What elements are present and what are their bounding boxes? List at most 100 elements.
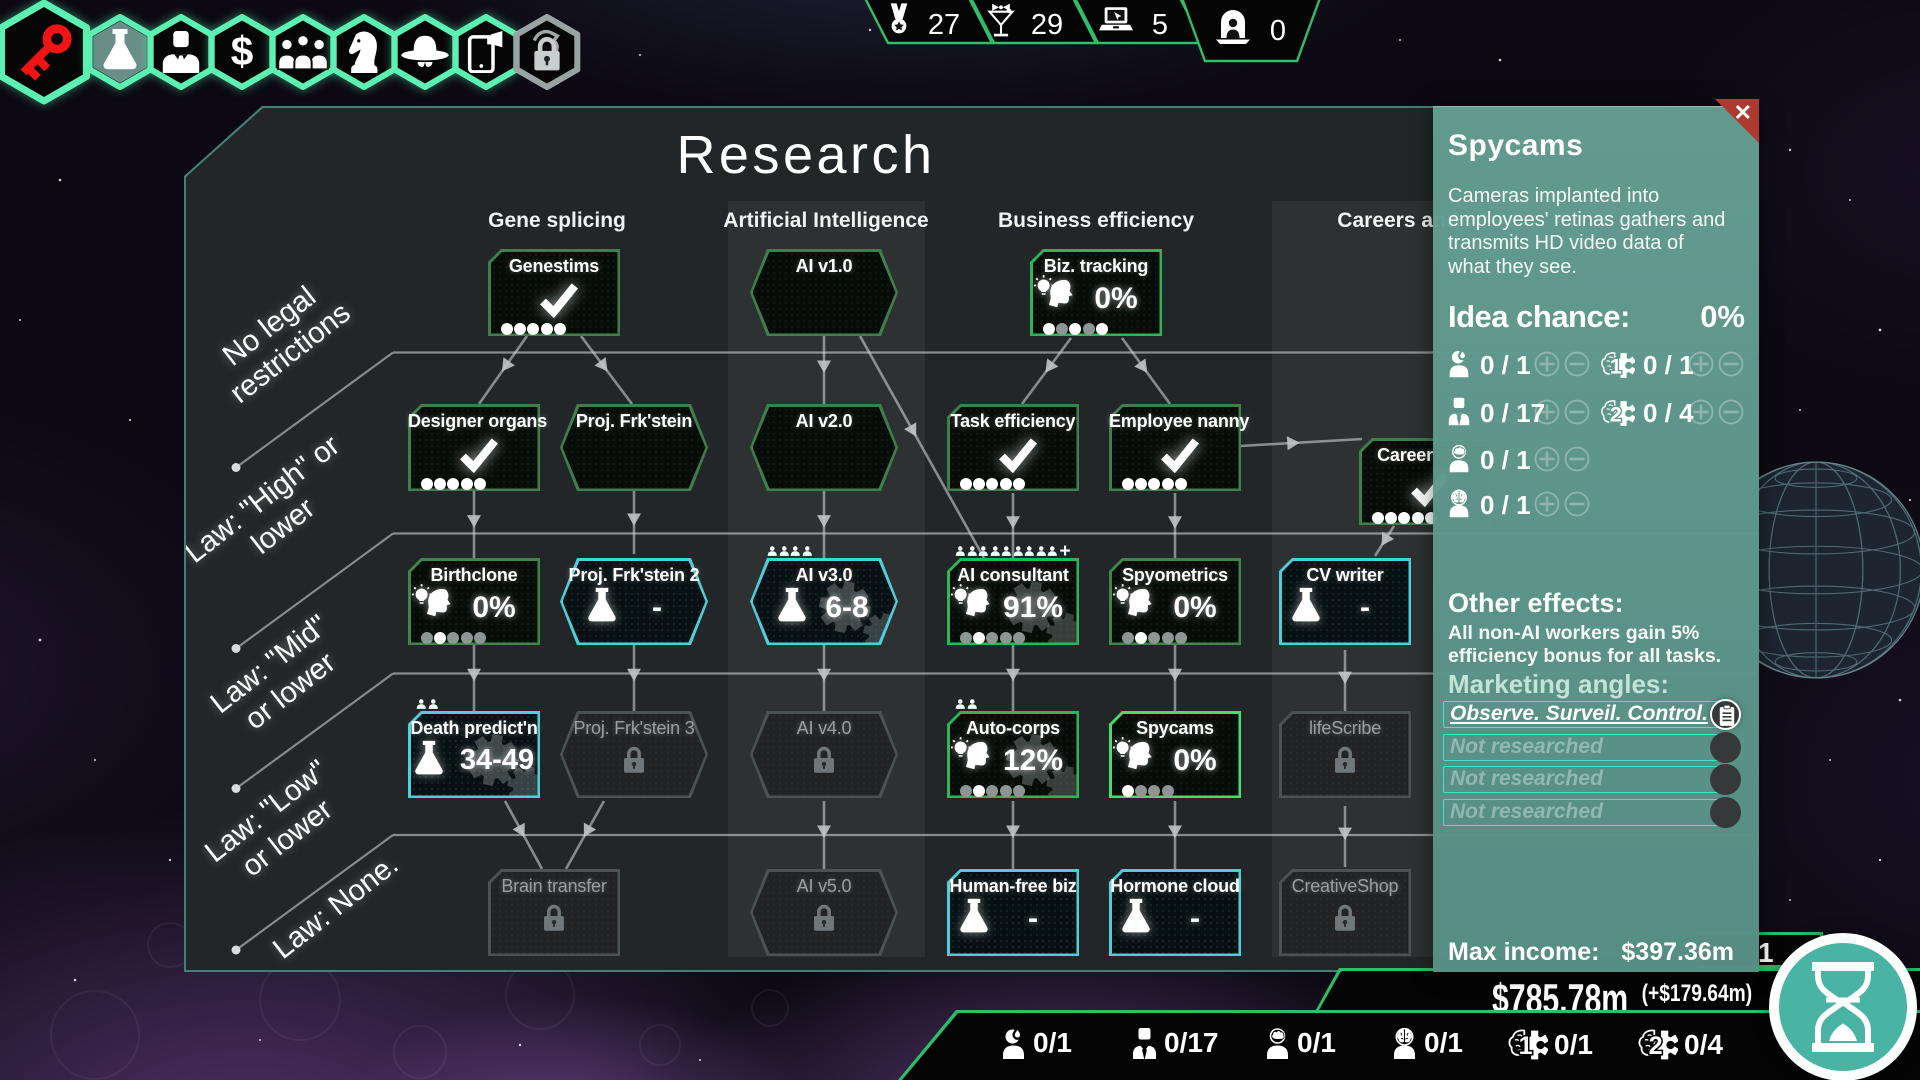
progress-dot bbox=[1412, 512, 1424, 524]
marketing-slot-clipboard-button[interactable] bbox=[1710, 699, 1741, 730]
marketing-slot-3[interactable]: Not researched bbox=[1443, 799, 1724, 826]
statusbar-worker-count: 0/17 bbox=[1164, 1027, 1219, 1059]
allocation-plus-button[interactable] bbox=[1534, 351, 1560, 382]
allocation-minus-button[interactable] bbox=[1564, 491, 1590, 522]
progress-dot bbox=[1162, 785, 1174, 797]
tech-node-ai5[interactable]: AI v5.0 bbox=[750, 869, 898, 956]
progress-dot bbox=[1135, 478, 1147, 490]
tech-node-biztracking[interactable]: Biz. tracking0% bbox=[1030, 249, 1162, 336]
tech-node-deathpredict[interactable]: Death predict'n34-49 bbox=[408, 711, 540, 798]
node-progress-dots bbox=[421, 478, 486, 490]
statusbar-worker-count: 0/4 bbox=[1684, 1029, 1723, 1061]
progress-dot bbox=[447, 478, 459, 490]
allocation-minus-button[interactable] bbox=[1564, 351, 1590, 382]
progress-dot bbox=[1069, 323, 1081, 335]
lock-icon bbox=[621, 744, 647, 777]
money-income-delta: (+$179.64m) bbox=[1642, 980, 1752, 1008]
node-title: Auto-corps bbox=[947, 718, 1079, 739]
ai-gear-1-icon: 1 bbox=[1599, 350, 1635, 381]
statusbar-worker-count: 0/1 bbox=[1554, 1029, 1593, 1061]
tech-node-aiconsultant[interactable]: AI consultant91% bbox=[947, 558, 1079, 645]
allocation-minus-button[interactable] bbox=[1718, 351, 1744, 382]
person-mini-icon bbox=[416, 699, 427, 709]
node-title: Designer organs bbox=[408, 411, 540, 432]
tech-node-cvwriter[interactable]: CV writer- bbox=[1279, 558, 1411, 645]
marketing-slot-2[interactable]: Not researched bbox=[1443, 766, 1724, 793]
node-title: Task efficiency bbox=[947, 411, 1079, 432]
progress-dot bbox=[447, 632, 459, 644]
tech-node-ai4[interactable]: AI v4.0 bbox=[750, 711, 898, 798]
assigned-workers-aiconsultant: + bbox=[955, 545, 1071, 556]
node-title: Biz. tracking bbox=[1030, 256, 1162, 277]
time-control-button[interactable] bbox=[1769, 933, 1917, 1080]
person-mini-icon bbox=[767, 546, 778, 556]
allocation-minus-button[interactable] bbox=[1564, 446, 1590, 477]
idea-head-icon bbox=[951, 584, 995, 624]
node-progress-dots bbox=[1122, 478, 1187, 490]
idea-head-icon bbox=[412, 584, 456, 624]
tech-node-creativeshop[interactable]: CreativeShop bbox=[1279, 869, 1411, 956]
allocation-plus-button[interactable] bbox=[1534, 399, 1560, 430]
progress-dot bbox=[514, 323, 526, 335]
tech-node-autocorps[interactable]: Auto-corps12% bbox=[947, 711, 1079, 798]
person-mini-icon bbox=[1013, 546, 1024, 556]
person-mini-icon bbox=[1047, 546, 1058, 556]
allocation-plus-button[interactable] bbox=[1688, 351, 1714, 382]
progress-dot bbox=[960, 478, 972, 490]
node-progress-dots bbox=[501, 323, 566, 335]
node-title: AI v3.0 bbox=[750, 565, 898, 586]
tech-node-spycams[interactable]: Spycams0% bbox=[1109, 711, 1241, 798]
node-research-turns: 34-49 bbox=[457, 744, 537, 777]
node-progress-dots bbox=[421, 632, 486, 644]
tech-node-genestims[interactable]: Genestims bbox=[488, 249, 620, 336]
allocation-plus-button[interactable] bbox=[1534, 491, 1560, 522]
tech-node-designerorgans[interactable]: Designer organs bbox=[408, 404, 540, 491]
tech-node-hormonecloud[interactable]: Hormone cloud- bbox=[1109, 869, 1241, 956]
worker-drop-icon bbox=[1000, 1028, 1027, 1059]
allocation-plus-button[interactable] bbox=[1688, 399, 1714, 430]
statusbar-worker-3: 0/1 bbox=[1391, 1027, 1463, 1059]
allocation-minus-button[interactable] bbox=[1718, 399, 1744, 430]
progress-dot bbox=[434, 632, 446, 644]
person-mini-icon bbox=[802, 546, 813, 556]
idea-head-icon bbox=[1034, 275, 1078, 315]
progress-dot bbox=[986, 632, 998, 644]
other-effects-text: All non-AI workers gain 5% efficiency bo… bbox=[1448, 622, 1738, 668]
tech-node-employeenanny[interactable]: Employee nanny bbox=[1109, 404, 1241, 491]
allocation-plus-button[interactable] bbox=[1534, 446, 1560, 477]
node-progress-dots bbox=[1372, 512, 1437, 524]
tech-node-frkstein[interactable]: Proj. Frk'stein bbox=[560, 404, 708, 491]
tech-node-ai2[interactable]: AI v2.0 bbox=[750, 404, 898, 491]
statusbar-worker-0: 0/1 bbox=[1000, 1027, 1072, 1059]
flask-icon bbox=[777, 587, 807, 627]
tech-node-humanfreebiz[interactable]: Human-free biz- bbox=[947, 869, 1079, 956]
tech-node-frkstein3[interactable]: Proj. Frk'stein 3 bbox=[560, 711, 708, 798]
person-mini-icon bbox=[978, 546, 989, 556]
tech-node-ai3[interactable]: AI v3.06-8 bbox=[750, 558, 898, 645]
node-research-turns: - bbox=[622, 591, 692, 625]
marketing-slot-text: Not researched bbox=[1450, 767, 1603, 791]
tech-node-ai1[interactable]: AI v1.0 bbox=[750, 249, 898, 336]
node-title: Spycams bbox=[1109, 718, 1241, 739]
tech-node-braintransfer[interactable]: Brain transfer bbox=[488, 869, 620, 956]
flask-icon bbox=[414, 740, 444, 780]
flask-icon bbox=[959, 898, 989, 938]
node-research-turns: - bbox=[1330, 591, 1400, 625]
statusbar-worker-count: 0/1 bbox=[1033, 1027, 1072, 1059]
progress-dot bbox=[986, 785, 998, 797]
tech-node-taskefficiency[interactable]: Task efficiency bbox=[947, 404, 1079, 491]
progress-dot bbox=[1398, 512, 1410, 524]
tech-node-spyometrics[interactable]: Spyometrics0% bbox=[1109, 558, 1241, 645]
node-title: Hormone cloud bbox=[1109, 876, 1241, 897]
progress-dot bbox=[501, 323, 513, 335]
ai-gear-1-icon: 1 bbox=[1506, 1027, 1548, 1063]
tech-node-lifescribe[interactable]: lifeScribe bbox=[1279, 711, 1411, 798]
allocation-minus-button[interactable] bbox=[1564, 399, 1590, 430]
progress-dot bbox=[461, 632, 473, 644]
tech-node-birthclone[interactable]: Birthclone0% bbox=[408, 558, 540, 645]
progress-dot bbox=[960, 632, 972, 644]
tech-node-frkstein2[interactable]: Proj. Frk'stein 2- bbox=[560, 558, 708, 645]
progress-dot bbox=[1013, 632, 1025, 644]
marketing-slot-0[interactable]: Observe. Surveil. Control. bbox=[1443, 701, 1724, 728]
marketing-slot-1[interactable]: Not researched bbox=[1443, 734, 1724, 761]
